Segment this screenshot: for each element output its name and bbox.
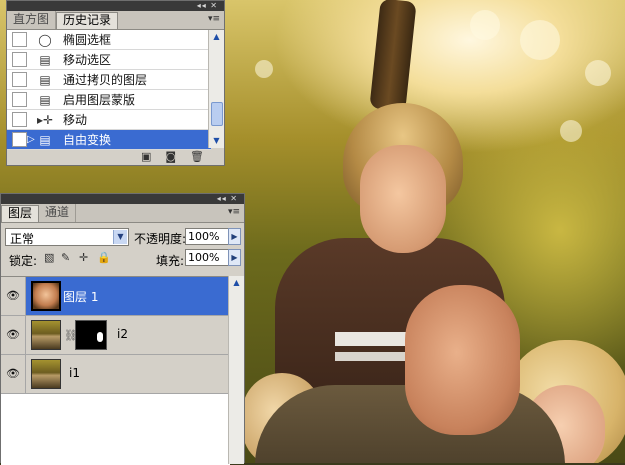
layers-list: 👁 图层 1 👁 ⛓ i2 👁 i1 [1,276,230,465]
collapse-icon[interactable]: ◂◂ ✕ [217,194,238,204]
layer-row-selected[interactable]: 👁 图层 1 [1,277,230,316]
collapse-icon[interactable]: ◂◂ ✕ [197,1,218,11]
visibility-eye-icon[interactable]: 👁 [1,316,26,354]
history-list: ◯ 椭圆选框 ▤ 移动选区 ▤ 通过拷贝的图层 ▤ 启用图层蒙版 ▸✛ 移动 ▷… [7,30,211,150]
history-tabs: 直方图 历史记录 ▾≡ [7,11,224,30]
layers-panel: ◂◂ ✕ 图层 通道 ▾≡ 正常 ▼ 不透明度: 100% ▶ 锁定: ▧ ✎ … [0,193,245,465]
new-document-from-state-icon[interactable]: ▣ [141,150,151,163]
tab-layers[interactable]: 图层 [1,205,40,222]
history-item[interactable]: ▤ 启用图层蒙版 [7,90,211,110]
visibility-eye-icon[interactable]: 👁 [1,277,26,315]
history-item[interactable]: ▤ 通过拷贝的图层 [7,70,211,90]
layers-tabs: 图层 通道 ▾≡ [1,204,244,223]
history-item[interactable]: ▸✛ 移动 [7,110,211,130]
history-item-label: 通过拷贝的图层 [63,73,148,87]
new-snapshot-icon[interactable]: ◙ [165,150,176,163]
history-state-marker-icon[interactable]: ▷ [27,134,35,145]
layer-name[interactable]: i2 [117,327,128,341]
panel-menu-icon[interactable]: ▾≡ [208,14,220,24]
layer-thumbnail[interactable] [31,281,61,311]
layers-scrollbar[interactable]: ▲ [228,276,244,464]
tab-histogram[interactable]: 直方图 [7,11,57,29]
document-icon: ▤ [39,72,51,87]
document-icon: ▤ [39,132,51,147]
history-titlebar[interactable]: ◂◂ ✕ [7,1,224,11]
snapshot-checkbox[interactable] [12,112,27,127]
lock-all-icon[interactable]: 🔒 [97,251,111,264]
snapshot-checkbox[interactable] [12,52,27,67]
layers-titlebar[interactable]: ◂◂ ✕ [1,194,244,204]
chevron-down-icon[interactable]: ▼ [113,230,127,244]
fill-slider-arrow-icon[interactable]: ▶ [228,249,241,266]
panel-menu-icon[interactable]: ▾≡ [228,207,240,217]
layer-name[interactable]: 图层 1 [63,288,98,305]
move-icon: ▸✛ [37,112,54,127]
layer-name[interactable]: i1 [69,366,80,380]
layer-thumbnail[interactable] [31,320,61,350]
history-footer: ▣ ◙ 🗑 [7,147,224,165]
history-item-label: 自由变换 [63,133,112,147]
layer-row[interactable]: 👁 i1 [1,355,230,394]
lock-row: 锁定: ▧ ✎ ✛ 🔒 填充: 100% ▶ [1,247,244,269]
opacity-input[interactable]: 100% [185,228,229,245]
scroll-up-icon[interactable]: ▲ [209,30,224,44]
fill-label: 填充: [156,254,185,268]
blend-row: 正常 ▼ 不透明度: 100% ▶ [1,223,244,247]
scroll-down-icon[interactable]: ▼ [209,134,224,148]
history-item-label: 启用图层蒙版 [63,93,136,107]
blend-mode-value: 正常 [10,232,35,246]
ellipse-marquee-icon: ◯ [38,32,52,47]
lock-transparency-icon[interactable]: ▧ [44,251,54,264]
document-icon: ▤ [39,52,51,67]
scroll-thumb[interactable] [211,102,223,126]
history-item-label: 移动 [63,113,88,127]
blend-mode-select[interactable]: 正常 ▼ [5,228,129,246]
trash-icon[interactable]: 🗑 [190,150,204,163]
history-item[interactable]: ▤ 移动选区 [7,50,211,70]
tab-channels[interactable]: 通道 [39,204,77,222]
snapshot-checkbox[interactable] [12,92,27,107]
history-item-label: 椭圆选框 [63,33,112,47]
lock-image-brush-icon[interactable]: ✎ [61,251,70,264]
history-scrollbar[interactable]: ▲ ▼ [208,30,224,148]
tab-history[interactable]: 历史记录 [56,12,119,29]
snapshot-checkbox[interactable] [12,32,27,47]
snapshot-checkbox[interactable] [12,72,27,87]
snapshot-checkbox[interactable] [12,132,27,147]
lock-label: 锁定: [9,254,38,268]
layer-thumbnail[interactable] [31,359,61,389]
layer-mask-thumbnail[interactable] [75,320,107,350]
opacity-label: 不透明度: [134,232,187,246]
lock-position-icon[interactable]: ✛ [79,251,88,264]
scroll-up-icon[interactable]: ▲ [229,276,244,290]
document-icon: ▤ [39,92,51,107]
history-item[interactable]: ◯ 椭圆选框 [7,30,211,50]
opacity-slider-arrow-icon[interactable]: ▶ [228,228,241,245]
fill-input[interactable]: 100% [185,249,229,266]
history-panel: ◂◂ ✕ 直方图 历史记录 ▾≡ ◯ 椭圆选框 ▤ 移动选区 ▤ 通过拷贝的图层… [6,0,225,166]
visibility-eye-icon[interactable]: 👁 [1,355,26,393]
layer-row[interactable]: 👁 ⛓ i2 [1,316,230,355]
history-item-label: 移动选区 [63,53,112,67]
